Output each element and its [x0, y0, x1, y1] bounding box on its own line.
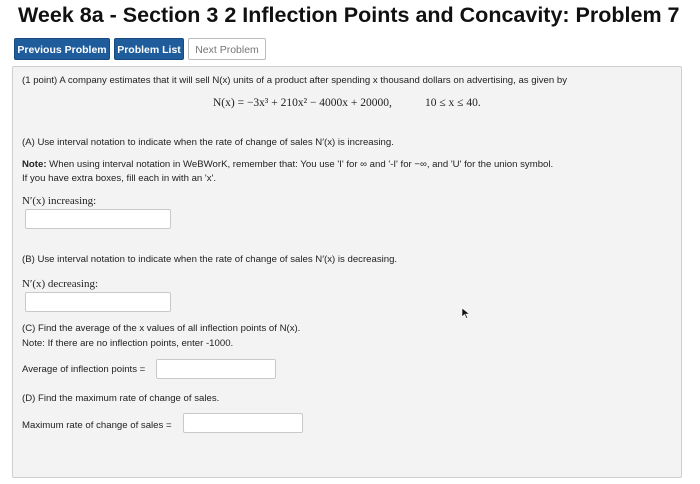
part-c-question: (C) Find the average of the x values of … [22, 323, 301, 334]
answer-c-input[interactable] [156, 359, 276, 379]
part-c-note: Note: If there are no inflection points,… [22, 338, 234, 349]
problem-list-button[interactable]: Problem List [114, 38, 184, 60]
sales-formula: N(x) = −3x³ + 210x² − 4000x + 20000, [213, 97, 392, 109]
answer-d-input[interactable] [183, 413, 303, 433]
domain-constraint: 10 ≤ x ≤ 40. [425, 97, 481, 109]
answer-a-input[interactable] [25, 209, 171, 229]
note-label: Note: [22, 159, 47, 170]
answer-b-input[interactable] [25, 292, 171, 312]
mouse-cursor-icon [461, 307, 471, 319]
part-a-question: (A) Use interval notation to indicate wh… [22, 137, 394, 148]
note-extra-boxes: If you have extra boxes, fill each in wi… [22, 173, 217, 184]
part-b-question: (B) Use interval notation to indicate wh… [22, 254, 398, 265]
problem-intro: (1 point) A company estimates that it wi… [22, 75, 567, 86]
label-increasing: N′(x) increasing: [22, 195, 97, 207]
label-decreasing: N′(x) decreasing: [22, 278, 99, 290]
note-text: When using interval notation in WeBWorK,… [46, 159, 554, 170]
label-average-inflection: Average of inflection points = [22, 364, 146, 375]
page-title: Week 8a - Section 3 2 Inflection Points … [18, 3, 680, 27]
part-d-question: (D) Find the maximum rate of change of s… [22, 393, 220, 404]
next-problem-button[interactable]: Next Problem [188, 38, 266, 60]
label-max-rate: Maximum rate of change of sales = [22, 420, 172, 431]
problem-panel: (1 point) A company estimates that it wi… [12, 66, 682, 478]
previous-problem-button[interactable]: Previous Problem [14, 38, 110, 60]
note-line: Note: When using interval notation in We… [22, 159, 553, 170]
